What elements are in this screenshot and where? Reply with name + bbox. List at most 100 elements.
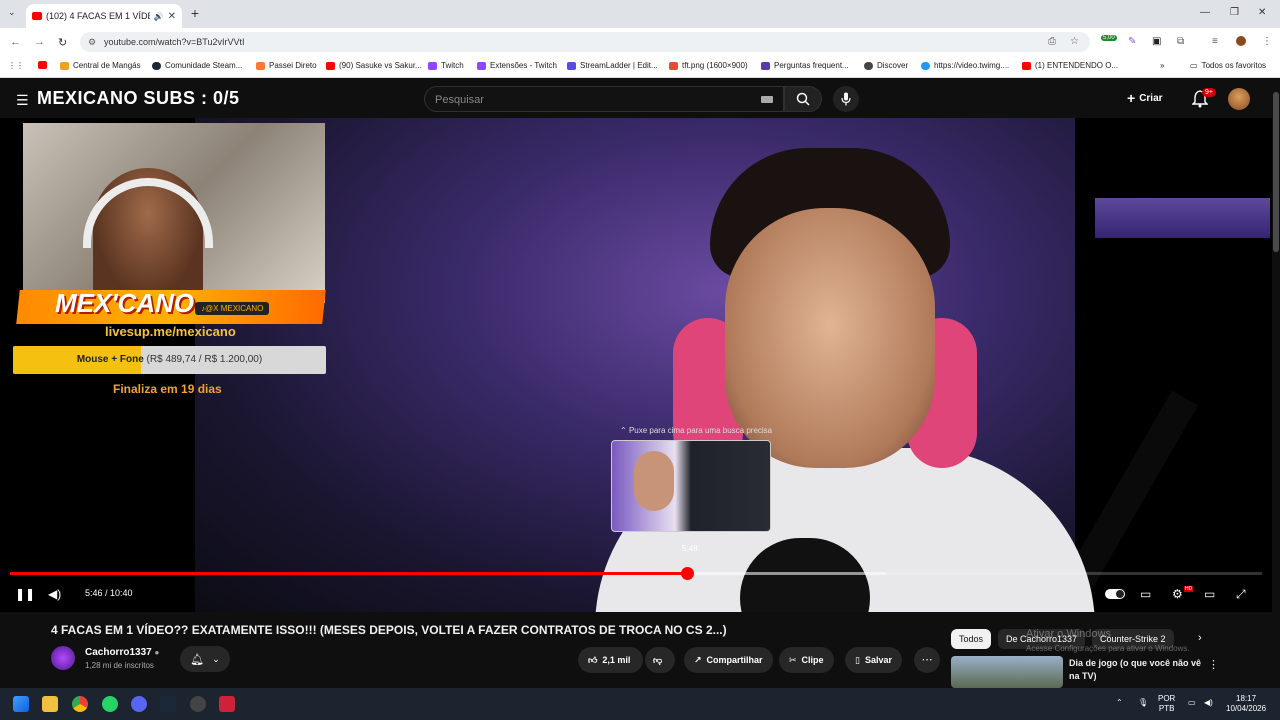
all-bookmarks-folder[interactable]: ▭ Todos os favoritos bbox=[1190, 61, 1266, 70]
maximize-button[interactable]: ❐ bbox=[1230, 7, 1239, 18]
channel-avatar[interactable] bbox=[51, 646, 75, 670]
reload-button[interactable]: ↻ bbox=[58, 36, 67, 49]
video-frame bbox=[195, 118, 1270, 612]
chevron-down-icon: ⌄ bbox=[212, 653, 220, 664]
install-app-icon[interactable]: ⎙ bbox=[1048, 36, 1056, 47]
scissors-icon: ✂ bbox=[789, 654, 797, 665]
pen-extension-icon[interactable]: ✎ bbox=[1128, 36, 1136, 47]
extensions-icon[interactable]: ⧉ bbox=[1177, 36, 1184, 47]
bookmark-item[interactable]: Passei Direto bbox=[256, 61, 317, 70]
address-bar[interactable]: ⚙ youtube.com/watch?v=BTu2vIrVVtI bbox=[80, 32, 1090, 52]
bookmark-item[interactable]: Extensões - Twitch bbox=[477, 61, 557, 70]
file-explorer-icon[interactable] bbox=[42, 696, 58, 712]
volume-icon[interactable]: ◀) bbox=[48, 587, 61, 601]
bookmark-item[interactable]: (90) Sasuke vs Sakur... bbox=[326, 61, 422, 70]
save-button[interactable]: ▯ Salvar bbox=[845, 647, 902, 673]
fullscreen-icon[interactable]: ⤢ bbox=[1236, 587, 1246, 602]
new-tab-button[interactable]: + bbox=[187, 5, 203, 21]
channel-name[interactable]: Cachorro1337 ● bbox=[85, 647, 159, 658]
tab-search-icon[interactable]: ⌄ bbox=[8, 7, 16, 18]
browser-tab[interactable]: (102) 4 FACAS EM 1 VÍDEO 🔊 ✕ bbox=[26, 4, 182, 28]
menu-icon[interactable]: ☰ bbox=[16, 92, 29, 109]
chrome-menu-icon[interactable]: ⋮ bbox=[1262, 36, 1272, 47]
more-bookmarks-icon[interactable]: » bbox=[1160, 61, 1164, 70]
faq-icon bbox=[761, 61, 770, 70]
autoplay-toggle[interactable] bbox=[1105, 589, 1125, 599]
bookmark-youtube-icon[interactable] bbox=[38, 61, 47, 69]
bookmark-item[interactable]: https://video.twimg.... bbox=[921, 61, 1009, 70]
input-language[interactable]: POR PTB bbox=[1158, 694, 1175, 714]
subscription-bell-button[interactable]: 🔔︎ ⌄ bbox=[180, 646, 230, 672]
settings-icon[interactable]: ⚙ bbox=[1172, 587, 1183, 601]
seek-preview-time: 5:48 bbox=[682, 544, 698, 553]
subscriber-count: 1,28 mi de inscritos bbox=[85, 661, 154, 670]
speaker-icon[interactable]: 🔊 bbox=[154, 12, 164, 21]
create-label: Criar bbox=[1139, 92, 1163, 104]
url-text[interactable]: youtube.com/watch?v=BTu2vIrVVtI bbox=[104, 37, 244, 47]
donation-goal-bar: Mouse + Fone (R$ 489,74 / R$ 1.200,00) bbox=[13, 346, 326, 374]
keyboard-icon[interactable] bbox=[761, 96, 773, 103]
bookmark-item[interactable]: Central de Mangás bbox=[60, 61, 141, 70]
extension-badge[interactable]: 5,00 bbox=[1101, 35, 1117, 41]
volume-tray-icon[interactable]: ◀) bbox=[1204, 698, 1213, 708]
bookmark-item[interactable]: Perguntas frequent... bbox=[761, 61, 849, 70]
site-info-icon[interactable]: ⚙ bbox=[88, 37, 96, 48]
close-window-button[interactable]: ✕ bbox=[1258, 7, 1266, 18]
close-tab-icon[interactable]: ✕ bbox=[168, 11, 176, 22]
tray-mic-icon[interactable]: 🎙︎ bbox=[1138, 698, 1148, 708]
apps-icon[interactable]: ⋮⋮ bbox=[8, 61, 24, 70]
chrome-icon[interactable] bbox=[72, 696, 88, 712]
bookmark-icon: ▯ bbox=[855, 654, 860, 665]
forward-button[interactable]: → bbox=[34, 36, 45, 48]
bookmark-item[interactable]: Comunidade Steam... bbox=[152, 61, 242, 70]
like-button[interactable]: 👍︎ 2,1 mil bbox=[578, 647, 643, 673]
recommendation-thumbnail[interactable] bbox=[951, 656, 1063, 688]
profile-avatar-icon[interactable] bbox=[1236, 36, 1246, 46]
steam-icon[interactable] bbox=[160, 696, 176, 712]
user-avatar[interactable] bbox=[1228, 88, 1250, 110]
more-actions-button[interactable]: ⋯ bbox=[914, 647, 940, 673]
voice-search-button[interactable] bbox=[833, 86, 859, 112]
discord-icon[interactable] bbox=[131, 696, 147, 712]
subtitles-icon[interactable]: ▭ bbox=[1140, 587, 1151, 601]
share-button[interactable]: ↗ Compartilhar bbox=[684, 647, 773, 673]
clock[interactable]: 18:17 10/04/2026 bbox=[1226, 694, 1266, 714]
pause-button[interactable]: ❚❚ bbox=[15, 587, 35, 601]
seek-hint: ⌃ Puxe para cima para uma busca precisa bbox=[620, 426, 773, 435]
social-handle: ♪@X MEXICANO bbox=[195, 302, 270, 315]
video-player[interactable]: MEX'CANO ♪@X MEXICANO livesup.me/mexican… bbox=[0, 118, 1275, 612]
back-button[interactable]: ← bbox=[10, 36, 21, 48]
bookmark-item[interactable]: Discover bbox=[864, 61, 908, 70]
chips-next-icon[interactable]: › bbox=[1198, 632, 1202, 644]
network-icon[interactable]: ▭ bbox=[1188, 698, 1196, 708]
create-button[interactable]: + Criar bbox=[1127, 90, 1163, 106]
passei-direto-icon bbox=[256, 61, 265, 70]
scrollbar-thumb[interactable] bbox=[1273, 92, 1279, 252]
dislike-button[interactable]: 👎︎ bbox=[645, 647, 675, 673]
whatsapp-icon[interactable] bbox=[102, 696, 118, 712]
progress-played bbox=[10, 572, 688, 575]
app-icon[interactable] bbox=[190, 696, 206, 712]
time-display: 5:46 / 10:40 bbox=[85, 588, 133, 598]
bookmark-item[interactable]: (1) ENTENDENDO O... bbox=[1022, 61, 1118, 70]
theater-mode-icon[interactable]: ▭ bbox=[1204, 587, 1215, 601]
adobe-icon[interactable] bbox=[219, 696, 235, 712]
bookmark-item[interactable]: tft.png (1600×900) bbox=[669, 61, 748, 70]
recommendation-title[interactable]: Dia de jogo (o que você não vê na TV) bbox=[1069, 657, 1204, 683]
chip-all[interactable]: Todos bbox=[951, 629, 992, 649]
recommendation-menu-icon[interactable]: ⋮ bbox=[1208, 658, 1219, 671]
tab-title: (102) 4 FACAS EM 1 VÍDEO bbox=[46, 11, 150, 21]
search-input[interactable]: Pesquisar bbox=[424, 86, 784, 112]
image-file-icon bbox=[669, 61, 678, 70]
bookmark-item[interactable]: StreamLadder | Edit... bbox=[567, 61, 658, 70]
goal-deadline: Finaliza em 19 dias bbox=[113, 382, 222, 396]
clip-button[interactable]: ✂ Clipe bbox=[779, 647, 834, 673]
minimize-button[interactable]: — bbox=[1200, 7, 1210, 18]
search-button[interactable] bbox=[784, 86, 822, 112]
screenshot-extension-icon[interactable]: ▣ bbox=[1152, 36, 1161, 47]
tray-chevron-icon[interactable]: ⌃ bbox=[1116, 698, 1123, 708]
media-controls-icon[interactable]: ≡ bbox=[1212, 36, 1218, 47]
windows-start-icon[interactable] bbox=[13, 696, 29, 712]
bookmark-star-icon[interactable]: ☆ bbox=[1070, 36, 1079, 47]
bookmark-item[interactable]: Twitch bbox=[428, 61, 464, 70]
